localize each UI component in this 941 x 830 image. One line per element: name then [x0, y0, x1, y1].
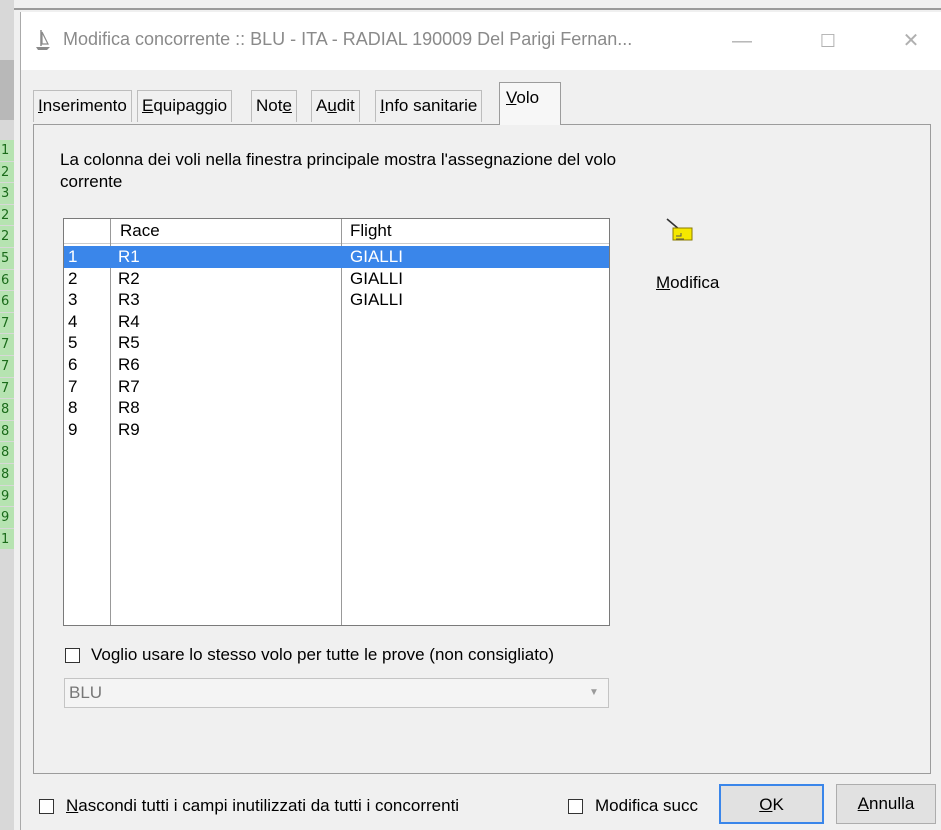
- annulla-button[interactable]: Annulla: [836, 784, 936, 824]
- tab-info-sanitarie[interactable]: Info sanitarie: [375, 90, 483, 122]
- modifica-succ-checkbox[interactable]: [568, 799, 583, 814]
- header-race[interactable]: Race: [120, 221, 160, 241]
- background-row-number: 7: [0, 312, 14, 335]
- background-row-number: 9: [0, 507, 14, 529]
- row-number: 8: [68, 398, 78, 418]
- list-item[interactable]: 7 R7: [64, 376, 609, 398]
- background-row-number: 1: [0, 528, 14, 551]
- modifica-button[interactable]: Modifica: [656, 273, 719, 293]
- tab-volo[interactable]: Volo: [499, 82, 561, 125]
- volo-description: La colonna dei voli nella finestra princ…: [60, 150, 617, 191]
- tab-equipaggio[interactable]: Equipaggio: [137, 90, 233, 122]
- background-row-number: 2: [0, 226, 14, 248]
- tab-audit[interactable]: Audit: [311, 90, 360, 122]
- row-number: 1: [68, 247, 78, 266]
- background-window-edge: [0, 8, 941, 10]
- row-number: 5: [68, 333, 78, 353]
- background-row-number: 8: [0, 463, 14, 486]
- row-number: 2: [68, 268, 78, 288]
- hide-fields-label[interactable]: Nascondi tutti i campi inutilizzati da t…: [66, 796, 459, 816]
- background-row-number: 1: [0, 140, 14, 162]
- list-item[interactable]: 4 R4: [64, 311, 609, 333]
- row-race: R8: [118, 398, 140, 418]
- edit-flight-icon[interactable]: [664, 216, 696, 246]
- background-row-number: 8: [0, 442, 14, 464]
- flight-select[interactable]: BLU ▼: [64, 678, 609, 708]
- background-row-number: 2: [0, 161, 14, 184]
- header-flight[interactable]: Flight: [350, 221, 392, 241]
- row-race: R2: [118, 268, 140, 288]
- background-row-number: 6: [0, 291, 14, 313]
- row-flight: GIALLI: [350, 268, 403, 288]
- row-race: R3: [118, 290, 140, 310]
- row-flight: GIALLI: [350, 247, 403, 266]
- row-race: R7: [118, 376, 140, 396]
- background-row-number: 3: [0, 183, 14, 205]
- tab-note[interactable]: Note: [251, 90, 297, 122]
- list-header: Race Flight: [64, 219, 609, 244]
- background-row-numbers: 1232256677778888991: [0, 140, 14, 551]
- row-race: R4: [118, 311, 140, 331]
- minimize-button[interactable]: —: [727, 26, 757, 56]
- row-number: 7: [68, 376, 78, 396]
- list-item[interactable]: 5 R5: [64, 332, 609, 354]
- background-row-number: 7: [0, 334, 14, 356]
- list-item[interactable]: 1 R1 GIALLI: [64, 246, 609, 268]
- row-race: R5: [118, 333, 140, 353]
- background-toolbar: [0, 60, 14, 120]
- background-app-strip: 1232256677778888991: [0, 0, 14, 830]
- background-row-number: 9: [0, 485, 14, 508]
- window-title: Modifica concorrente :: BLU - ITA - RADI…: [63, 29, 633, 49]
- background-row-number: 7: [0, 355, 14, 378]
- row-number: 3: [68, 290, 78, 310]
- modifica-succ-label[interactable]: Modifica succ: [595, 796, 698, 816]
- background-row-number: 2: [0, 204, 14, 227]
- list-item[interactable]: 3 R3 GIALLI: [64, 289, 609, 311]
- list-item[interactable]: 6 R6: [64, 354, 609, 376]
- same-flight-checkbox[interactable]: [65, 648, 80, 663]
- title-bar[interactable]: Modifica concorrente :: BLU - ITA - RADI…: [21, 12, 941, 70]
- list-item[interactable]: 9 R9: [64, 419, 609, 441]
- ok-button[interactable]: OK: [719, 784, 824, 824]
- close-button[interactable]: ✕: [896, 26, 926, 56]
- sailboat-icon: [36, 30, 50, 50]
- background-row-number: 8: [0, 399, 14, 421]
- row-race: R9: [118, 419, 140, 439]
- row-flight: GIALLI: [350, 290, 403, 310]
- background-row-number: 7: [0, 377, 14, 400]
- same-flight-label[interactable]: Voglio usare lo stesso volo per tutte le…: [91, 645, 554, 665]
- chevron-down-icon[interactable]: ▼: [582, 681, 606, 705]
- row-number: 4: [68, 311, 78, 331]
- background-row-number: 5: [0, 247, 14, 270]
- race-flight-list[interactable]: Race Flight 1 R1 GIALLI 2 R2 GIALLI 3 R3 GIALLI 4…: [63, 218, 610, 626]
- row-race: R1: [118, 247, 140, 266]
- modifica-concorrente-dialog: Modifica concorrente :: BLU - ITA - RADI…: [20, 12, 941, 830]
- flight-select-value: BLU: [69, 683, 103, 702]
- row-number: 9: [68, 419, 78, 439]
- background-row-number: 6: [0, 269, 14, 292]
- row-race: R6: [118, 355, 140, 374]
- background-row-number: 8: [0, 420, 14, 443]
- list-item[interactable]: 2 R2 GIALLI: [64, 268, 609, 290]
- tab-inserimento[interactable]: Inserimento: [33, 90, 132, 122]
- hide-fields-checkbox[interactable]: [39, 799, 54, 814]
- row-number: 6: [68, 355, 78, 374]
- maximize-button[interactable]: ☐: [813, 26, 843, 56]
- volo-panel: La colonna dei voli nella finestra princ…: [33, 124, 931, 774]
- list-item[interactable]: 8 R8: [64, 397, 609, 419]
